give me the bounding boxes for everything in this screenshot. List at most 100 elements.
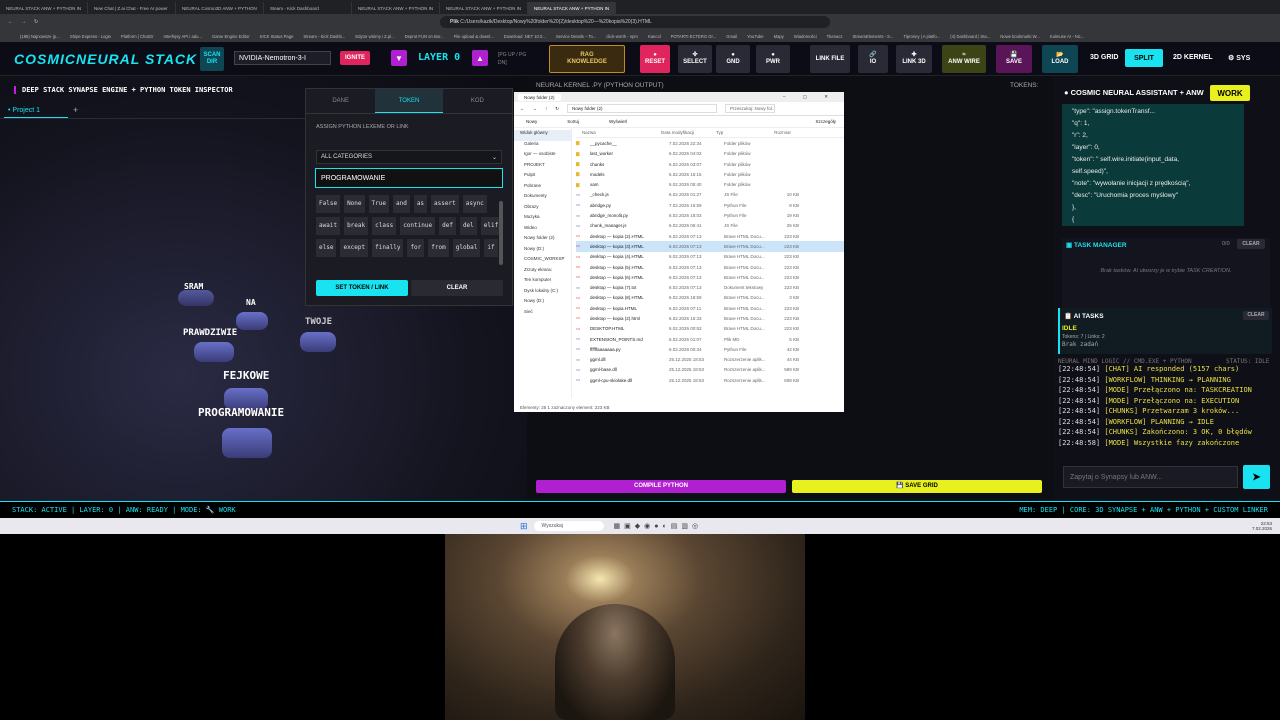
toolbar-button-2[interactable]: ● GND	[716, 45, 750, 73]
file-row[interactable]: ▭ ffffffaaaaaaa.py 6.02.2026 00:34 Python F…	[576, 344, 844, 354]
keyword-chip[interactable]: if	[484, 239, 498, 257]
nav-item[interactable]: Pulpit	[514, 172, 571, 183]
file-row[interactable]: ▆ xam 6.02.2026 05:40 Folder plików	[576, 179, 844, 189]
project-tab[interactable]: • Project 1	[4, 104, 68, 118]
file-row[interactable]: ▭ ggml-base.dll 25.12.2025 18:53 Rozszerzen…	[576, 365, 844, 375]
set-token-button[interactable]: SET TOKEN / LINK	[316, 280, 408, 296]
browser-tab[interactable]: NEURAL STACK ANW + PYTHON IN	[0, 2, 88, 14]
save-grid-button[interactable]: 💾 SAVE GRID	[792, 480, 1042, 493]
model-select[interactable]: NVIDIA-Nemotron-3-I	[234, 51, 331, 65]
keyword-chip[interactable]: and	[392, 195, 410, 213]
details-button[interactable]: Szczegóły	[815, 119, 836, 124]
keyword-chip[interactable]: except	[340, 239, 369, 257]
bookmark-item[interactable]: Nowe bookmarki W...	[1000, 34, 1040, 39]
keyword-chip[interactable]: break	[344, 217, 369, 235]
bookmark-item[interactable]: Stream - Kick Dashb...	[303, 34, 345, 39]
browser-tab[interactable]: NEURAL STACK ANW + PYTHON IN	[528, 2, 616, 14]
file-row[interactable]: ▭ desktop — kopia (2).HTML 6.02.2026 07:13…	[576, 231, 844, 241]
toolbar-button-0[interactable]: ● RESET	[640, 45, 670, 73]
file-row[interactable]: ▭ desktop — kopia (6).HTML 6.02.2026 07:13…	[576, 272, 844, 282]
reload-icon[interactable]: ↻	[34, 19, 38, 25]
file-row[interactable]: ▭ desktop — kopia (7).txt 6.02.2026 07:13 D…	[576, 282, 844, 292]
file-row[interactable]: ▭ DESKTOP.HTML 6.02.2026 00:53 Brave HTML D…	[576, 324, 844, 334]
add-project-button[interactable]: +	[73, 105, 78, 115]
tab-kod[interactable]: KOD	[443, 89, 512, 113]
col-type[interactable]: Typ	[716, 130, 766, 135]
col-size[interactable]: Rozmiar	[766, 130, 791, 135]
back-icon[interactable]: ←	[520, 106, 525, 111]
view-3d-grid-button[interactable]: 3D GRID	[1090, 54, 1118, 61]
file-row[interactable]: ▭ _check.js 6.02.2026 01:27 JS File 10 KB	[576, 190, 844, 200]
keyword-chip[interactable]: assert	[431, 195, 459, 213]
keyword-chip[interactable]: for	[407, 239, 425, 257]
bookmark-item[interactable]: (4) Dashboard | Sta...	[950, 34, 990, 39]
nav-item[interactable]: Wideo	[514, 225, 571, 236]
bookmark-item[interactable]: Gmail	[726, 34, 737, 39]
nav-item[interactable]: Obrazy	[514, 204, 571, 215]
bookmark-item[interactable]: Service Details – To...	[556, 34, 596, 39]
token-input[interactable]: PROGRAMOWANIE	[315, 168, 503, 188]
bookmark-item[interactable]: Tłumacz	[827, 34, 843, 39]
nav-item[interactable]: Dysk lokalny (C:)	[514, 288, 571, 299]
view-button[interactable]: Wyświetl	[609, 119, 627, 124]
tab-dane[interactable]: DANE	[306, 89, 375, 113]
file-row[interactable]: ▭ ggml.dll 25.12.2025 18:53 Rozszerzenie ap…	[576, 355, 844, 365]
toolbar-button-8[interactable]: 💾 SAVE	[996, 45, 1032, 73]
work-mode-badge[interactable]: WORK	[1210, 85, 1250, 101]
file-row[interactable]: ▭ abridge.py 7.02.2026 16:59 Python File 8 K…	[576, 200, 844, 210]
forward-icon[interactable]: →	[21, 19, 26, 25]
keyword-chip[interactable]: None	[344, 195, 365, 213]
back-icon[interactable]: ←	[8, 19, 13, 25]
taskbar-search[interactable]: Wyszukaj	[533, 521, 604, 531]
keyword-chip[interactable]: finally	[372, 239, 404, 257]
clear-token-button[interactable]: CLEAR	[411, 280, 503, 296]
bookmark-item[interactable]: click-worth - npm	[606, 34, 638, 39]
nav-item[interactable]: Nowy folder (2)	[514, 235, 571, 246]
compile-python-button[interactable]: COMPILE PYTHON	[536, 480, 786, 493]
browser-tab[interactable]: NEURAL Cosmo3D ANW + PYTHON	[176, 2, 264, 14]
keyword-chip[interactable]: False	[316, 195, 341, 213]
scrollbar[interactable]	[499, 201, 503, 265]
hex-node[interactable]	[300, 332, 336, 352]
explorer-search[interactable]: Przeszukaj: Nowy fol...	[725, 104, 776, 113]
bookmark-item[interactable]: Kancol	[648, 34, 661, 39]
keyword-chip[interactable]: async	[462, 195, 487, 213]
file-row[interactable]: ▆ last_worker 6.02.2026 04:02 Folder plików	[576, 149, 844, 159]
taskbar-clock[interactable]: 22:53 7.02.2026	[1252, 521, 1272, 531]
keyword-chip[interactable]: from	[428, 239, 449, 257]
toolbar-button-5[interactable]: 🔗 IO	[858, 45, 888, 73]
rag-knowledge-button[interactable]: RAG KNOWLEDGE	[549, 45, 625, 73]
keyword-chip[interactable]: global	[452, 239, 481, 257]
bookmark-item[interactable]: File upload & downl...	[454, 34, 494, 39]
file-row[interactable]: ▭ desktop — kopia.HTML 6.02.2026 07:11 Brav…	[576, 303, 844, 313]
nav-item[interactable]: Muzyka	[514, 214, 571, 225]
bookmark-item[interactable]: Wiadomości	[794, 34, 817, 39]
bookmark-item[interactable]: Tiproney | A platfo...	[903, 34, 940, 39]
toolbar-button-3[interactable]: ● PWR	[756, 45, 790, 73]
bookmark-item[interactable]: Game Engine Editor	[212, 34, 250, 39]
sys-button[interactable]: ⚙ SYS	[1228, 54, 1250, 62]
file-row[interactable]: ▭ desktop — kopia (5).HTML 6.02.2026 07:13…	[576, 262, 844, 272]
nav-item[interactable]: Widok główny	[514, 130, 571, 141]
bookmark-item[interactable]: YouTube	[747, 34, 763, 39]
bookmark-item[interactable]: Platform | ChatGr	[121, 34, 154, 39]
file-row[interactable]: ▭ abridge_monolit.py 6.02.2026 18:03 Python…	[576, 210, 844, 220]
nav-item[interactable]: Zrzuty ekranu	[514, 267, 571, 278]
file-row[interactable]: ▆ __pycache__ 7.02.2026 22:34 Folder plików	[576, 138, 844, 148]
nav-item[interactable]: Sieć	[514, 309, 571, 320]
bookmark-item[interactable]: Stripe Express - Login	[70, 34, 111, 39]
url-field[interactable]: Plik C:/Users/kazik/Desktop/Nowy%20folde…	[440, 16, 830, 28]
col-date[interactable]: Data modyfikacji	[661, 130, 716, 135]
windows-start-icon[interactable]: ⊞	[520, 521, 528, 532]
bookmark-item[interactable]: Interfejsy API i adu...	[164, 34, 202, 39]
chat-input[interactable]: Zapytaj o Synapsy lub ANW...	[1063, 466, 1238, 488]
file-row[interactable]: ▭ desktop — kopia (8).HTML 6.02.2026 18:59…	[576, 293, 844, 303]
view-2d-kernel-button[interactable]: 2D KERNEL	[1173, 54, 1213, 61]
nav-item[interactable]: Galeria	[514, 141, 571, 152]
bookmark-item[interactable]: Deprot FUN on Bor...	[405, 34, 444, 39]
up-icon[interactable]: ↑	[545, 106, 547, 111]
forward-icon[interactable]: →	[533, 106, 538, 111]
file-row[interactable]: ▭ desktop — kopia (4).HTML 6.02.2026 07:13…	[576, 252, 844, 262]
file-row[interactable]: ▭ ggml-cpu-skiolake.dll 25.12.2025 18:53 Ro…	[576, 375, 844, 385]
keyword-chip[interactable]: await	[316, 217, 341, 235]
